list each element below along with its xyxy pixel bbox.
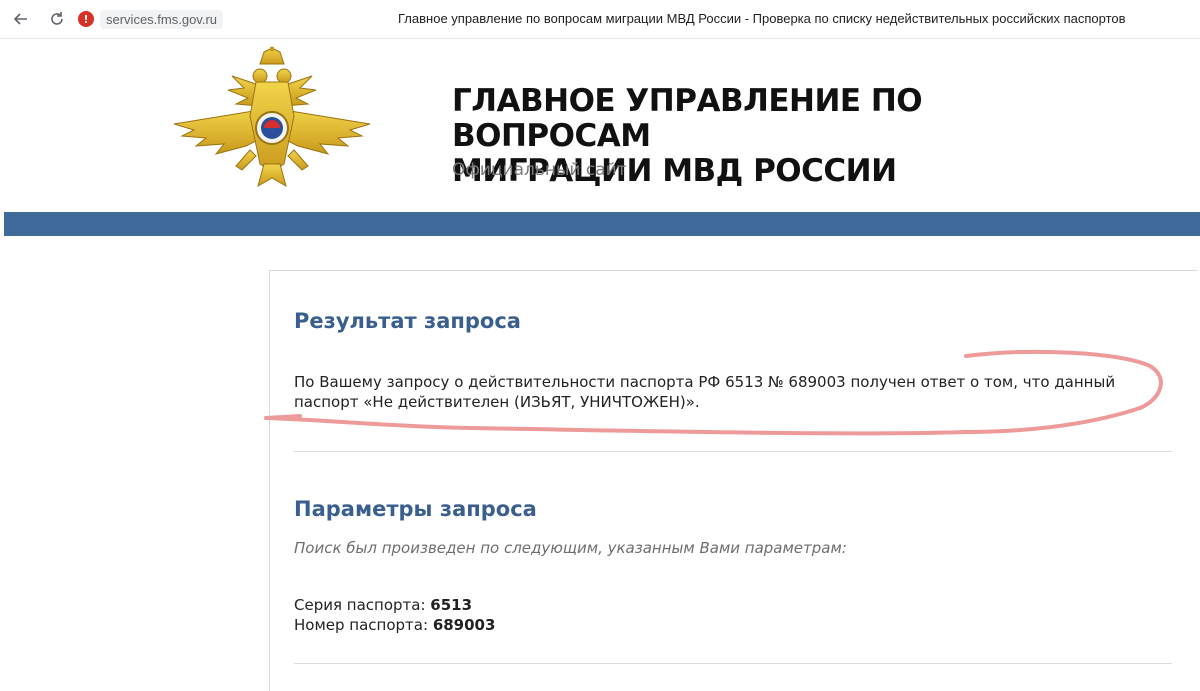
number-label: Номер паспорта:	[294, 616, 429, 634]
not-secure-warning-icon[interactable]: !	[78, 11, 94, 27]
result-message: По Вашему запросу о действительности пас…	[294, 373, 1116, 411]
mvd-emblem-icon	[173, 46, 371, 188]
browser-toolbar: ! services.fms.gov.ru Главное управление…	[0, 0, 1200, 39]
series-row: Серия паспорта: 6513	[294, 596, 472, 614]
section-divider-bottom	[294, 663, 1172, 664]
org-subtitle: Официальный сайт	[452, 160, 627, 180]
header-navigation-bar	[4, 212, 1200, 236]
result-heading: Результат запроса	[294, 309, 521, 333]
org-title-line1: ГЛАВНОЕ УПРАВЛЕНИЕ ПО ВОПРОСАМ	[452, 83, 923, 154]
back-icon[interactable]	[8, 6, 34, 32]
reload-icon[interactable]	[44, 6, 70, 32]
params-note: Поиск был произведен по следующим, указа…	[294, 539, 847, 557]
result-panel: Результат запроса По Вашему запросу о де…	[269, 270, 1198, 691]
url-text[interactable]: services.fms.gov.ru	[100, 9, 224, 29]
page-title: Главное управление по вопросам миграции …	[398, 11, 1126, 26]
number-row: Номер паспорта: 689003	[294, 616, 495, 634]
address-bar[interactable]: ! services.fms.gov.ru	[78, 7, 224, 31]
series-value: 6513	[430, 596, 473, 614]
section-divider	[294, 451, 1172, 452]
params-heading: Параметры запроса	[294, 497, 537, 521]
series-label: Серия паспорта:	[294, 596, 426, 614]
number-value: 689003	[432, 616, 496, 634]
